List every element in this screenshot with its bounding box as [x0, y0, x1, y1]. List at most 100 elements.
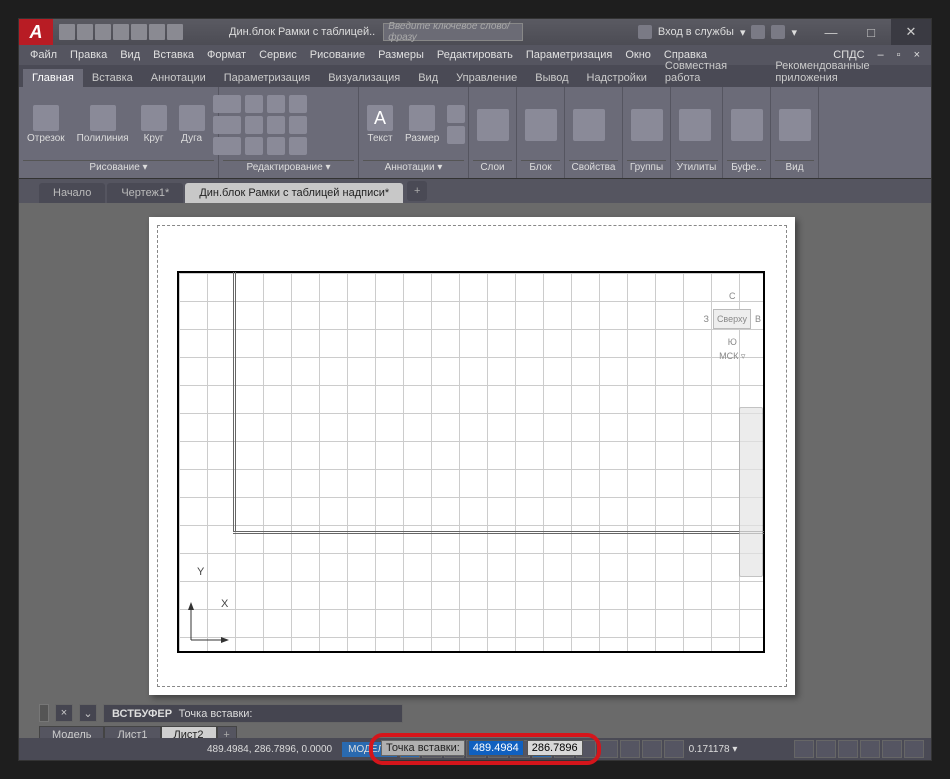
window-title: Дин.блок Рамки с таблицей..	[229, 26, 375, 38]
status-annovis-icon[interactable]	[642, 740, 662, 758]
modify-icon[interactable]	[289, 95, 307, 113]
maximize-button[interactable]: □	[851, 19, 891, 45]
doctab-add-button[interactable]: +	[407, 181, 427, 201]
menu-modify[interactable]: Редактировать	[432, 48, 518, 62]
modify-icon[interactable]	[289, 137, 307, 155]
scale-icon[interactable]	[245, 137, 263, 155]
ribtab-parametric[interactable]: Параметризация	[215, 69, 319, 87]
user-icon[interactable]	[638, 25, 652, 39]
qat-plot-icon[interactable]	[131, 24, 147, 40]
menu-insert[interactable]: Вставка	[148, 48, 199, 62]
menu-draw[interactable]: Рисование	[305, 48, 370, 62]
qat-saveas-icon[interactable]	[113, 24, 129, 40]
tool-block[interactable]	[521, 107, 561, 143]
move-icon[interactable]	[223, 95, 241, 113]
doctab-drawing1[interactable]: Чертеж1*	[107, 183, 183, 203]
qat-open-icon[interactable]	[77, 24, 93, 40]
tool-view[interactable]	[775, 107, 815, 143]
command-text[interactable]: ВСТБУФЕР Точка вставки:	[103, 704, 403, 723]
doctab-start[interactable]: Начало	[39, 183, 105, 203]
ribtab-home[interactable]: Главная	[23, 69, 83, 87]
paper-space[interactable]: С ЗСверхуВ Ю МСК ▿ YX	[149, 217, 795, 695]
rotate-icon[interactable]	[245, 95, 263, 113]
ribtab-annotate[interactable]: Аннотации	[142, 69, 215, 87]
tool-arc[interactable]: Дуга	[175, 103, 209, 146]
tool-line[interactable]: Отрезок	[23, 103, 69, 146]
minimize-button[interactable]: —	[811, 19, 851, 45]
status-lock-icon[interactable]	[816, 740, 836, 758]
cmdline-close-icon[interactable]: ×	[55, 704, 73, 722]
ribtab-manage[interactable]: Управление	[447, 69, 526, 87]
status-annoauto-icon[interactable]	[664, 740, 684, 758]
ribtab-output[interactable]: Вывод	[526, 69, 577, 87]
block-icon	[525, 109, 557, 141]
navigation-bar[interactable]	[739, 407, 763, 577]
tool-clipboard[interactable]	[727, 107, 767, 143]
viewport-frame[interactable]	[177, 271, 765, 653]
menu-dimension[interactable]: Размеры	[373, 48, 429, 62]
ribtab-view[interactable]: Вид	[409, 69, 447, 87]
ribtab-featured[interactable]: Рекомендованные приложения	[766, 57, 931, 87]
tool-utilities[interactable]	[675, 107, 715, 143]
command-line[interactable]: × ⌄ ВСТБУФЕР Точка вставки:	[39, 702, 403, 724]
table-icon[interactable]	[447, 126, 465, 144]
status-custom-icon[interactable]	[904, 740, 924, 758]
modify-icon[interactable]	[289, 116, 307, 134]
qat-save-icon[interactable]	[95, 24, 111, 40]
tool-groups[interactable]	[627, 107, 667, 143]
leader-icon[interactable]	[447, 105, 465, 123]
qat-redo-icon[interactable]	[167, 24, 183, 40]
menu-file[interactable]: Файл	[25, 48, 62, 62]
circle-icon	[141, 105, 167, 131]
status-isolate-icon[interactable]	[860, 740, 880, 758]
tool-layers[interactable]	[473, 107, 513, 143]
doctab-dynblock[interactable]: Дин.блок Рамки с таблицей надписи*	[185, 183, 403, 203]
panel-annot-label[interactable]: Аннотации ▾	[363, 160, 464, 176]
array-icon[interactable]	[267, 137, 285, 155]
tool-polyline[interactable]: Полилиния	[73, 103, 133, 146]
qat-new-icon[interactable]	[59, 24, 75, 40]
tool-dimension[interactable]: Размер	[401, 103, 443, 146]
menu-tools[interactable]: Сервис	[254, 48, 302, 62]
tool-text[interactable]: AТекст	[363, 103, 397, 146]
fillet-icon[interactable]	[267, 116, 285, 134]
tool-circle[interactable]: Круг	[137, 103, 171, 146]
stretch-icon[interactable]	[223, 137, 241, 155]
cmdline-grip-icon[interactable]	[39, 704, 49, 722]
viewcube[interactable]: С ЗСверхуВ Ю МСК ▿	[704, 287, 761, 366]
login-dropdown-icon[interactable]: ▾	[740, 26, 746, 39]
qat-undo-icon[interactable]	[149, 24, 165, 40]
ribtab-collaborate[interactable]: Совместная работа	[656, 57, 766, 87]
mirror-icon[interactable]	[245, 116, 263, 134]
exchange-icon[interactable]	[751, 25, 765, 39]
copy-icon[interactable]	[223, 116, 241, 134]
help-icon[interactable]	[771, 25, 785, 39]
view-icon	[779, 109, 811, 141]
panel-modify-label[interactable]: Редактирование ▾	[223, 160, 354, 176]
drawing-area[interactable]: С ЗСверхуВ Ю МСК ▿ YX Точка вставки: 489…	[19, 203, 931, 700]
app-logo[interactable]: A	[19, 19, 53, 45]
menu-parametric[interactable]: Параметризация	[521, 48, 617, 62]
status-scale[interactable]: 0.171178 ▾	[685, 744, 742, 755]
status-coordinates[interactable]: 489.4984, 286.7896, 0.0000	[199, 744, 340, 755]
polyline-icon	[90, 105, 116, 131]
status-annoscale-icon[interactable]	[620, 740, 640, 758]
login-link[interactable]: Вход в службы	[658, 26, 734, 38]
status-workspace-icon[interactable]	[794, 740, 814, 758]
wcs-label[interactable]: МСК ▿	[704, 351, 761, 362]
menu-window[interactable]: Окно	[620, 48, 656, 62]
search-input[interactable]: Введите ключевое слово/фразу	[383, 23, 523, 41]
status-hardware-icon[interactable]	[838, 740, 858, 758]
cmdline-options-icon[interactable]: ⌄	[79, 704, 97, 722]
close-button[interactable]: ✕	[891, 19, 931, 45]
ribtab-addins[interactable]: Надстройки	[578, 69, 656, 87]
menu-view[interactable]: Вид	[115, 48, 145, 62]
status-clean-icon[interactable]	[882, 740, 902, 758]
menu-format[interactable]: Формат	[202, 48, 251, 62]
ribtab-insert[interactable]: Вставка	[83, 69, 142, 87]
trim-icon[interactable]	[267, 95, 285, 113]
panel-draw-label[interactable]: Рисование ▾	[23, 160, 214, 176]
tool-properties[interactable]	[569, 107, 609, 143]
menu-edit[interactable]: Правка	[65, 48, 112, 62]
ribtab-visualize[interactable]: Визуализация	[319, 69, 409, 87]
